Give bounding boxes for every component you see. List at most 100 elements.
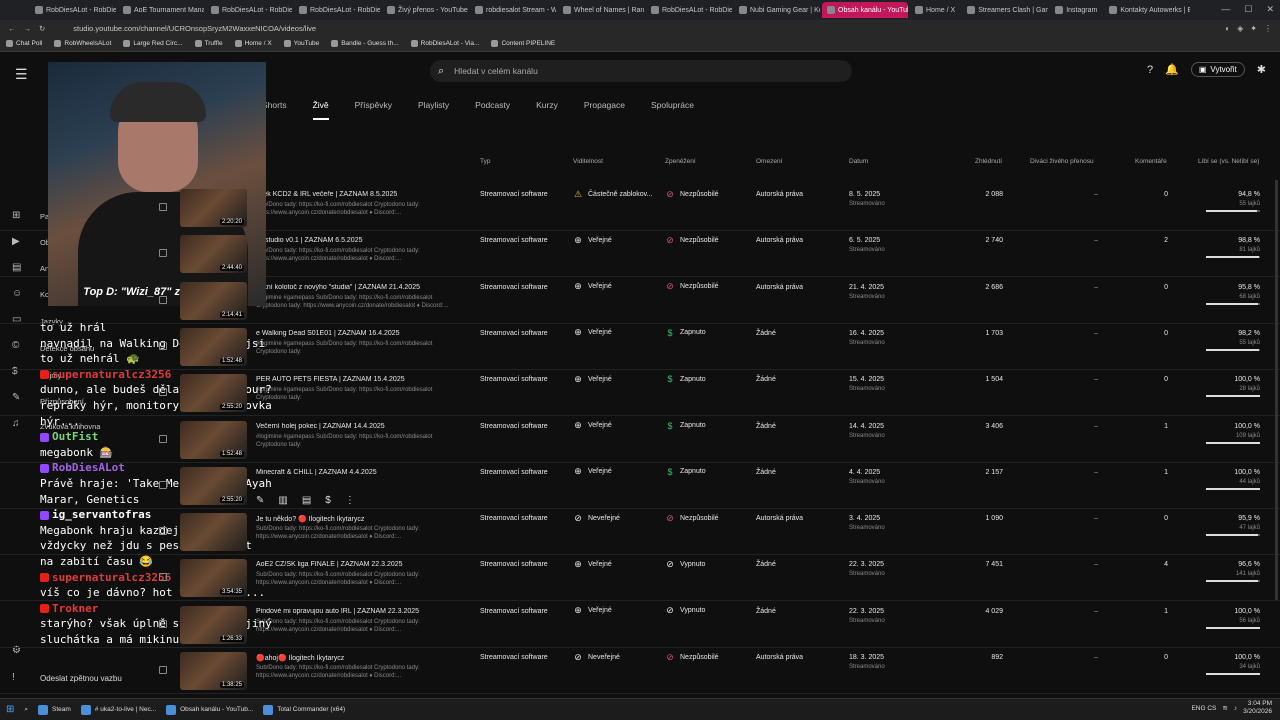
extension-icon[interactable]: ◐ [1225, 24, 1230, 33]
row-checkbox[interactable] [159, 249, 167, 258]
monetization-cell[interactable]: ⊘ Nezpůsobilé [665, 281, 718, 292]
browser-tab[interactable]: RobDiesALot - RobDie... [294, 2, 380, 18]
browser-tab[interactable]: Obsah kanálu - YouTube S [822, 2, 908, 18]
browser-tab[interactable]: Kontakty Autowerks | E... [1104, 2, 1190, 18]
windows-start-icon[interactable]: ⊞ [6, 704, 14, 715]
browser-tab[interactable]: Wheel of Names | Rand... [558, 2, 644, 18]
visibility-cell[interactable]: ⊘ Neveřejné [573, 513, 620, 523]
column-type[interactable]: Typ [480, 158, 490, 165]
monetization-cell[interactable]: ⊘ Nezpůsobilé [665, 189, 718, 199]
maximize-icon[interactable]: ☐ [1244, 4, 1252, 15]
video-thumbnail[interactable]: 1:52:48 [180, 327, 247, 366]
visibility-cell[interactable]: ⚠ Částečně zablokov... [573, 189, 653, 199]
taskbar-app[interactable]: Steam [38, 704, 71, 715]
video-thumbnail[interactable]: 2:44:40 [180, 235, 247, 274]
row-checkbox[interactable] [159, 295, 167, 304]
back-icon[interactable]: ← [8, 24, 16, 33]
browser-tab[interactable]: RobDiesALot - RobDie... [30, 2, 116, 18]
video-thumbnail[interactable]: 2:55:20 [180, 466, 247, 505]
column-views[interactable]: Zhlédnutí [975, 158, 1002, 165]
tab-propagace[interactable]: Propagace [584, 100, 625, 120]
column-likes[interactable]: Líbí se (vs. Nelíbí se) [1198, 158, 1259, 165]
bookmark-item[interactable]: RobWheelsALot [54, 40, 111, 47]
reload-icon[interactable]: ↻ [39, 24, 45, 33]
visibility-cell[interactable]: ⊕ Veřejné [573, 559, 612, 569]
row-checkbox[interactable] [159, 573, 167, 582]
taskbar-search-icon[interactable]: ⌕ [24, 706, 28, 714]
monetization-cell[interactable]: $ Zapnuto [665, 467, 705, 477]
avatar[interactable]: ✱ [1257, 63, 1266, 76]
column-comments[interactable]: Komentáře [1135, 158, 1167, 165]
url-text[interactable]: studio.youtube.com/channel/UCROnsopSryzM… [73, 24, 316, 33]
row-checkbox[interactable] [159, 619, 167, 628]
menu-icon[interactable]: ⋮ [1264, 24, 1272, 33]
tab-playlisty[interactable]: Playlisty [418, 100, 449, 120]
browser-tab[interactable]: Home / X [910, 2, 960, 18]
clock[interactable]: 3:04 PM 3/20/2026 [1243, 700, 1272, 716]
browser-tab[interactable]: Živý přenos - YouTube [382, 2, 468, 18]
scrollbar[interactable] [1275, 180, 1278, 600]
minimize-icon[interactable]: — [1221, 4, 1230, 15]
tab-spolupráce[interactable]: Spolupráce [651, 100, 694, 120]
row-checkbox[interactable] [159, 434, 167, 443]
tab-podcasty[interactable]: Podcasty [475, 100, 510, 120]
video-thumbnail[interactable]: 1:26:33 [180, 605, 247, 644]
video-thumbnail[interactable]: 3:54:35 [180, 559, 247, 598]
video-thumbnail[interactable]: 1:52:48 [180, 420, 247, 459]
more-options-icon[interactable]: ⋮ [345, 495, 355, 506]
extension-icon[interactable]: ◈ [1237, 24, 1243, 33]
bookmark-item[interactable]: Truffle [194, 40, 223, 47]
row-checkbox[interactable] [159, 203, 167, 211]
forward-icon[interactable]: → [24, 24, 32, 33]
column-monetization[interactable]: Zpeněžení [665, 158, 696, 165]
browser-tab[interactable]: Instagram [1050, 2, 1102, 18]
visibility-cell[interactable]: ⊕ Veřejné [573, 605, 612, 616]
video-title[interactable]: asek KCD2 & IRL večeře | ZÁZNAM 8.5.2025 [256, 191, 456, 198]
tab-příspěvky[interactable]: Příspěvky [355, 100, 392, 120]
column-restrictions[interactable]: Omezení [756, 158, 782, 165]
row-checkbox[interactable] [159, 527, 167, 536]
monetization-cell[interactable]: ⊘ Nezpůsobilé [665, 652, 718, 662]
browser-tab[interactable]: robdiesalot Stream - W... [470, 2, 556, 18]
bookmark-item[interactable]: YouTube [283, 40, 319, 47]
video-thumbnail[interactable]: 2:20:20 [180, 189, 247, 227]
wifi-icon[interactable]: ≋ [1222, 704, 1227, 712]
browser-tab[interactable]: Streamers Clash | Gam... [962, 2, 1048, 18]
row-checkbox[interactable] [159, 666, 167, 674]
monetization-icon[interactable]: $ [325, 495, 331, 506]
browser-tab[interactable]: RobDiesALot - RobDie... [646, 2, 732, 18]
help-icon[interactable]: ? [1147, 64, 1153, 76]
close-icon[interactable]: ✕ [1266, 4, 1274, 15]
column-live-viewers[interactable]: Diváci živého přenosu [1030, 158, 1094, 165]
browser-tab[interactable]: Nubi Gaming Gear | Ke... [734, 2, 820, 18]
volume-icon[interactable]: ♪ [1234, 705, 1237, 712]
monetization-cell[interactable]: $ Zapnuto [665, 374, 705, 384]
visibility-cell[interactable]: ⊕ Veřejné [573, 466, 612, 477]
comments-icon[interactable]: ▤ [302, 495, 311, 506]
monetization-cell[interactable]: ⊘ Nezpůsobilé [665, 235, 718, 245]
bookmark-item[interactable]: Home / X [234, 40, 272, 47]
column-date[interactable]: Datum [849, 158, 868, 165]
column-visibility[interactable]: Viditelnost [573, 158, 603, 165]
bookmark-item[interactable]: Large Red Circ... [123, 40, 183, 47]
video-title[interactable]: vý studio v0.1 | ZÁZNAM 6.5.2025 [256, 237, 456, 244]
bookmark-item[interactable]: Chat Poll [6, 40, 42, 47]
monetization-cell[interactable]: ⊘ Nezpůsobilé [665, 513, 718, 523]
visibility-cell[interactable]: ⊕ Veřejné [573, 281, 612, 292]
monetization-cell[interactable]: ⊘ Vypnuto [665, 605, 705, 616]
row-checkbox[interactable] [159, 480, 167, 489]
create-button[interactable]: ▣ Vytvořit [1190, 62, 1245, 77]
bookmark-item[interactable]: Content PIPELINE [491, 40, 555, 47]
notifications-icon[interactable]: 🔔 [1165, 63, 1179, 76]
tab-kurzy[interactable]: Kurzy [536, 100, 558, 120]
taskbar-app[interactable]: Obsah kanálu - YouTub... [166, 704, 253, 715]
visibility-cell[interactable]: ⊕ Veřejné [573, 327, 612, 338]
tab-živě[interactable]: Živě [312, 100, 329, 120]
extension-icon[interactable]: ✦ [1250, 24, 1257, 33]
bookmark-item[interactable]: Bandle - Guess th... [331, 40, 399, 47]
visibility-cell[interactable]: ⊕ Veřejné [573, 420, 612, 431]
bookmark-item[interactable]: RobDiesALot - Via... [410, 40, 479, 47]
hamburger-menu-icon[interactable]: ☰ [15, 66, 28, 83]
row-checkbox[interactable] [159, 388, 167, 397]
visibility-cell[interactable]: ⊕ Veřejné [573, 374, 612, 384]
